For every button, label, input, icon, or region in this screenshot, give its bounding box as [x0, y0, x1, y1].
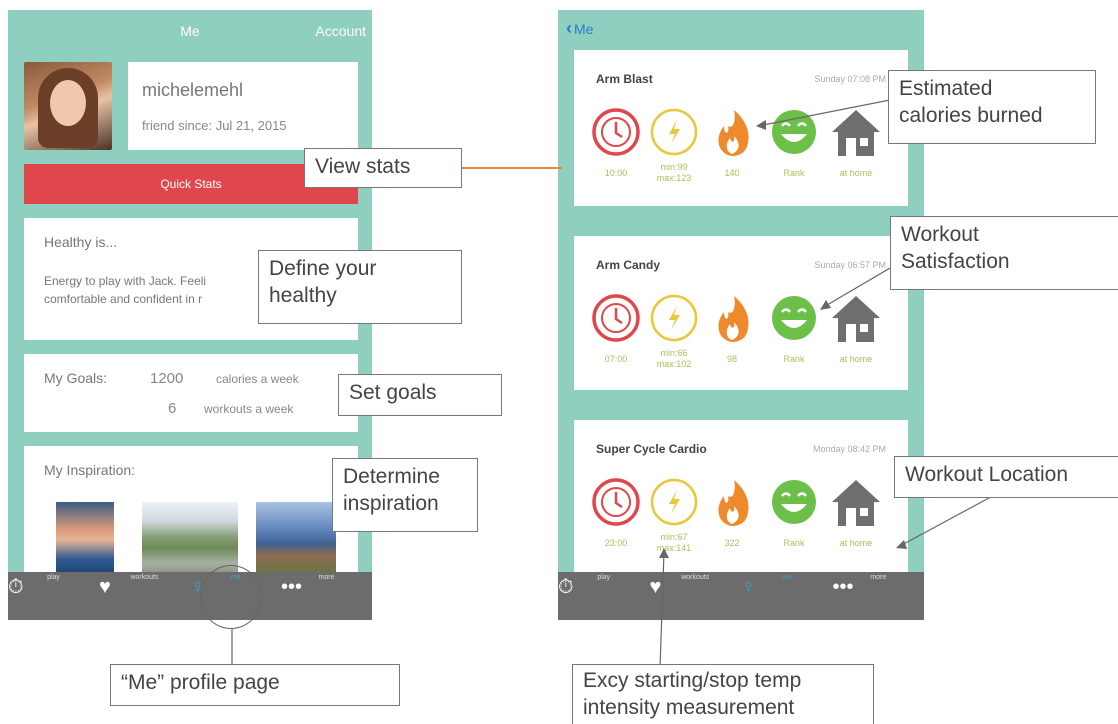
- callout-determine-inspiration: Determine inspiration: [332, 458, 478, 532]
- callout-view-stats: View stats: [304, 148, 462, 188]
- callout-intensity-measurement: Excy starting/stop temp intensity measur…: [572, 664, 874, 724]
- callout-me-profile: “Me” profile page: [110, 664, 400, 706]
- callout-workout-satisfaction: Workout Satisfaction: [890, 216, 1118, 290]
- callout-estimated-calories: Estimated calories burned: [888, 70, 1096, 144]
- callout-define-healthy: Define your healthy: [258, 250, 462, 324]
- callout-set-goals: Set goals: [338, 374, 502, 416]
- callout-workout-location: Workout Location: [894, 456, 1118, 498]
